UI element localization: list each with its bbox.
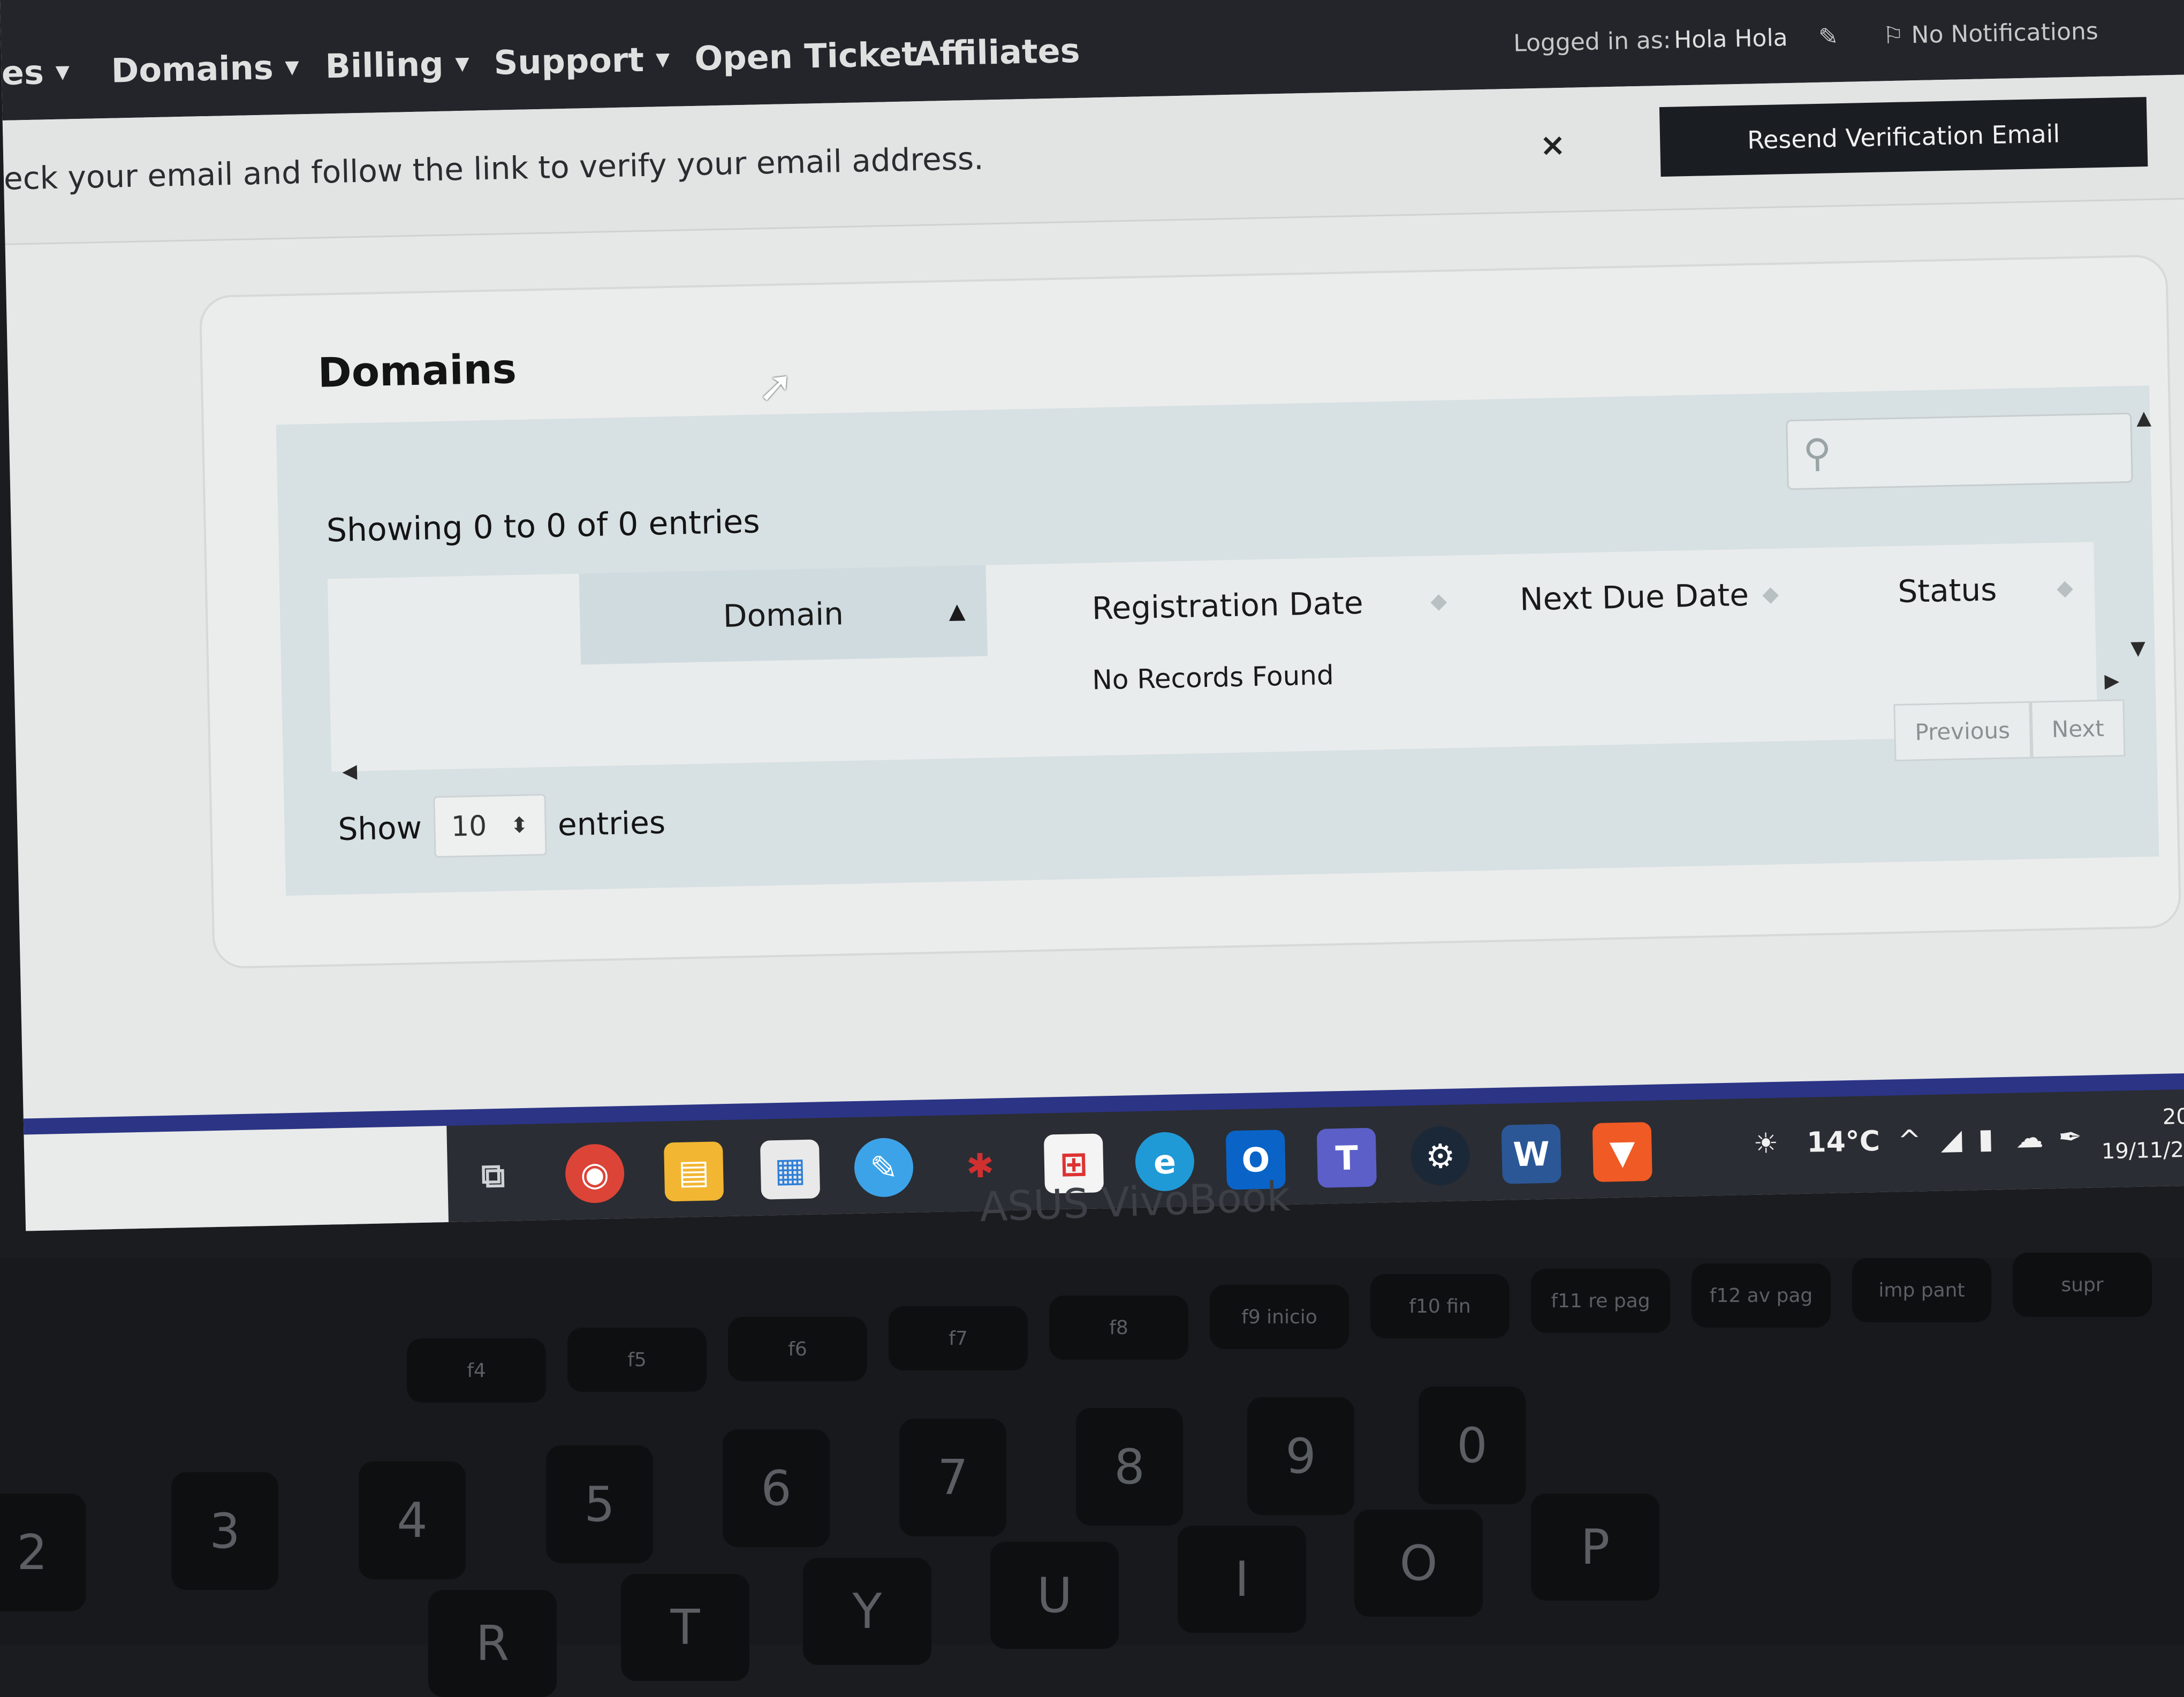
teams-icon[interactable]: T <box>1316 1127 1377 1188</box>
column-header-checkbox <box>327 573 581 670</box>
logged-in-label: Logged in as: <box>1513 26 1672 57</box>
caret-down-icon: ▼ <box>55 60 70 83</box>
sort-icon: ◆ <box>1762 581 1779 607</box>
page-length-select[interactable]: 10 ⬍ <box>433 793 547 858</box>
flag-icon: ⚐ <box>1882 21 1905 50</box>
close-icon[interactable]: × <box>1540 126 1566 163</box>
sort-asc-icon: ▲ <box>949 599 966 624</box>
key-f4: f4 <box>407 1338 546 1403</box>
key-f11: f11 re pag <box>1531 1269 1670 1333</box>
search-icon: ⚲ <box>1802 430 1832 476</box>
nav-item-domains[interactable]: Domains ▼ <box>111 47 299 90</box>
key-5: 5 <box>546 1445 653 1563</box>
onedrive-icon[interactable]: ☁ <box>2015 1122 2044 1155</box>
alert-message: eck your email and follow the link to ve… <box>3 140 984 197</box>
notifications-link[interactable]: ⚐ No Notifications <box>1883 18 2099 49</box>
key-f5: f5 <box>567 1328 707 1392</box>
weather-icon[interactable]: ☀ <box>1753 1127 1779 1160</box>
caret-down-icon: ▼ <box>655 48 670 70</box>
column-header-status[interactable]: Status ◆ <box>1799 542 2096 639</box>
key-i: I <box>1178 1526 1306 1633</box>
previous-button[interactable]: Previous <box>1893 701 2032 762</box>
edit-profile-icon[interactable]: ✎ <box>1818 23 1839 51</box>
taskbar-search-area[interactable] <box>24 1125 449 1231</box>
laptop-keyboard: f4 f5 f6 f7 f8 f9 inicio f10 fin f11 re … <box>0 1253 2184 1697</box>
pen-icon[interactable]: ✒ <box>2058 1121 2082 1154</box>
page-length-control: Show 10 ⬍ entries <box>337 791 666 860</box>
domains-table-panel: Showing 0 to 0 of 0 entries ⚲ ▲ Domain ▲… <box>276 385 2159 896</box>
network-icon[interactable]: ◢ <box>1940 1124 1962 1156</box>
page-length-value: 10 <box>451 809 487 843</box>
domains-card: Domains Showing 0 to 0 of 0 entries ⚲ ▲ … <box>199 254 2182 969</box>
key-f6: f6 <box>728 1317 867 1381</box>
key-3: 3 <box>171 1472 278 1590</box>
key-7: 7 <box>899 1419 1006 1536</box>
battery-icon[interactable]: ▮ <box>1978 1123 1994 1155</box>
next-button[interactable]: Next <box>2030 699 2126 759</box>
resend-verification-button[interactable]: Resend Verification Email <box>1659 97 2148 177</box>
key-f10: f10 fin <box>1370 1274 1510 1338</box>
key-4: 4 <box>359 1461 466 1579</box>
nav-item-affiliates[interactable]: Affiliates <box>914 31 1081 73</box>
key-r: R <box>428 1590 557 1697</box>
key-f9: f9 inicio <box>1210 1285 1349 1349</box>
nav-item-open-ticket[interactable]: Open Ticket <box>694 34 918 78</box>
mouse-cursor-icon: ➚ <box>757 361 794 412</box>
screen: es ▼ Domains ▼ Billing ▼ Support ▼ Open Tick… <box>0 0 2184 1231</box>
tray-chevron-icon[interactable]: ^ <box>1898 1124 1922 1157</box>
scroll-right-icon[interactable]: ▶ <box>2104 670 2120 692</box>
notifications-text: No Notifications <box>1911 17 2099 49</box>
scroll-down-icon[interactable]: ▼ <box>2130 637 2146 660</box>
microsoft-store-icon[interactable]: ▦ <box>760 1139 821 1200</box>
key-9: 9 <box>1247 1397 1354 1515</box>
system-clock[interactable]: 20:29 19/11/2024 <box>2100 1099 2184 1168</box>
column-header-registration-date[interactable]: Registration Date ◆ <box>985 555 1469 656</box>
sort-icon: ◆ <box>2056 575 2074 601</box>
key-f8: f8 <box>1049 1296 1188 1360</box>
caret-down-icon: ▼ <box>285 56 300 78</box>
user-name-link[interactable]: Hola Hola <box>1674 24 1788 54</box>
show-label: Show <box>337 809 422 847</box>
chrome-icon[interactable]: ◉ <box>565 1143 625 1204</box>
feather-app-icon[interactable]: ✎ <box>853 1137 914 1198</box>
nav-item-billing[interactable]: Billing ▼ <box>325 44 469 86</box>
sort-icon: ◆ <box>1430 588 1447 614</box>
clock-date: 19/11/2024 <box>2101 1137 2184 1164</box>
key-f12: f12 av pag <box>1692 1263 1831 1328</box>
search-input[interactable]: ⚲ <box>1786 412 2133 490</box>
file-explorer-icon[interactable]: ▤ <box>663 1141 724 1202</box>
key-2: 2 <box>0 1494 86 1611</box>
temperature[interactable]: 14°C <box>1807 1125 1880 1159</box>
key-8: 8 <box>1076 1408 1183 1526</box>
laptop-brand-label: ASUS VivoBook <box>979 1172 1291 1231</box>
caret-down-icon: ▼ <box>455 52 470 74</box>
clock-time: 20:29 <box>2162 1103 2184 1130</box>
task-view-icon[interactable]: ⧉ <box>463 1146 523 1206</box>
brave-icon[interactable]: ▼ <box>1592 1122 1652 1183</box>
key-t: T <box>621 1574 749 1681</box>
column-header-next-due-date[interactable]: Next Due Date ◆ <box>1467 548 1801 646</box>
key-f7: f7 <box>889 1306 1028 1370</box>
key-u: U <box>990 1542 1119 1649</box>
table-info: Showing 0 to 0 of 0 entries <box>326 503 761 550</box>
column-header-domain[interactable]: Domain ▲ <box>579 565 988 665</box>
nav-item-services[interactable]: es ▼ <box>1 52 70 93</box>
page-title: Domains <box>317 344 517 397</box>
select-arrows-icon: ⬍ <box>510 813 529 838</box>
entries-label: entries <box>557 804 666 843</box>
key-6: 6 <box>723 1429 830 1547</box>
pagination: Previous Next <box>1893 699 2126 762</box>
key-print-screen: imp pant <box>1852 1258 1991 1322</box>
key-0: 0 <box>1419 1387 1526 1504</box>
key-p: P <box>1531 1494 1659 1601</box>
steam-icon[interactable]: ⚙ <box>1410 1125 1470 1186</box>
key-o: O <box>1354 1510 1483 1617</box>
nav-item-support[interactable]: Support ▼ <box>494 40 670 82</box>
word-icon[interactable]: W <box>1501 1124 1561 1184</box>
key-delete: supr <box>2013 1253 2152 1317</box>
scroll-left-icon[interactable]: ◀ <box>342 760 358 783</box>
key-y: Y <box>803 1558 931 1665</box>
scroll-up-icon[interactable]: ▲ <box>2136 407 2152 429</box>
